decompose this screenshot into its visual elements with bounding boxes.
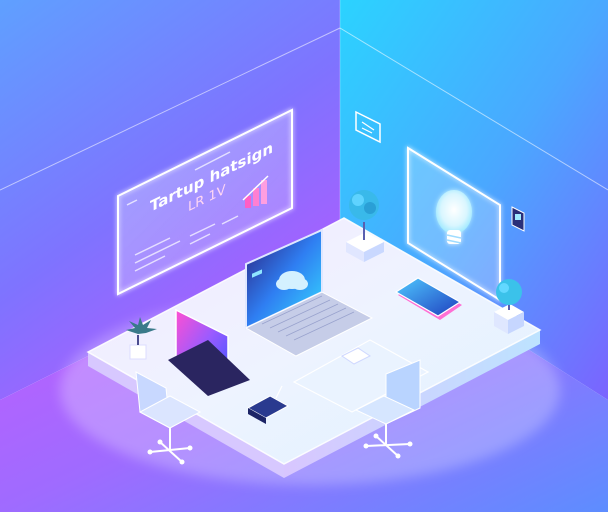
- isometric-workspace-scene: Tartup hatsign LR 1V: [0, 0, 608, 512]
